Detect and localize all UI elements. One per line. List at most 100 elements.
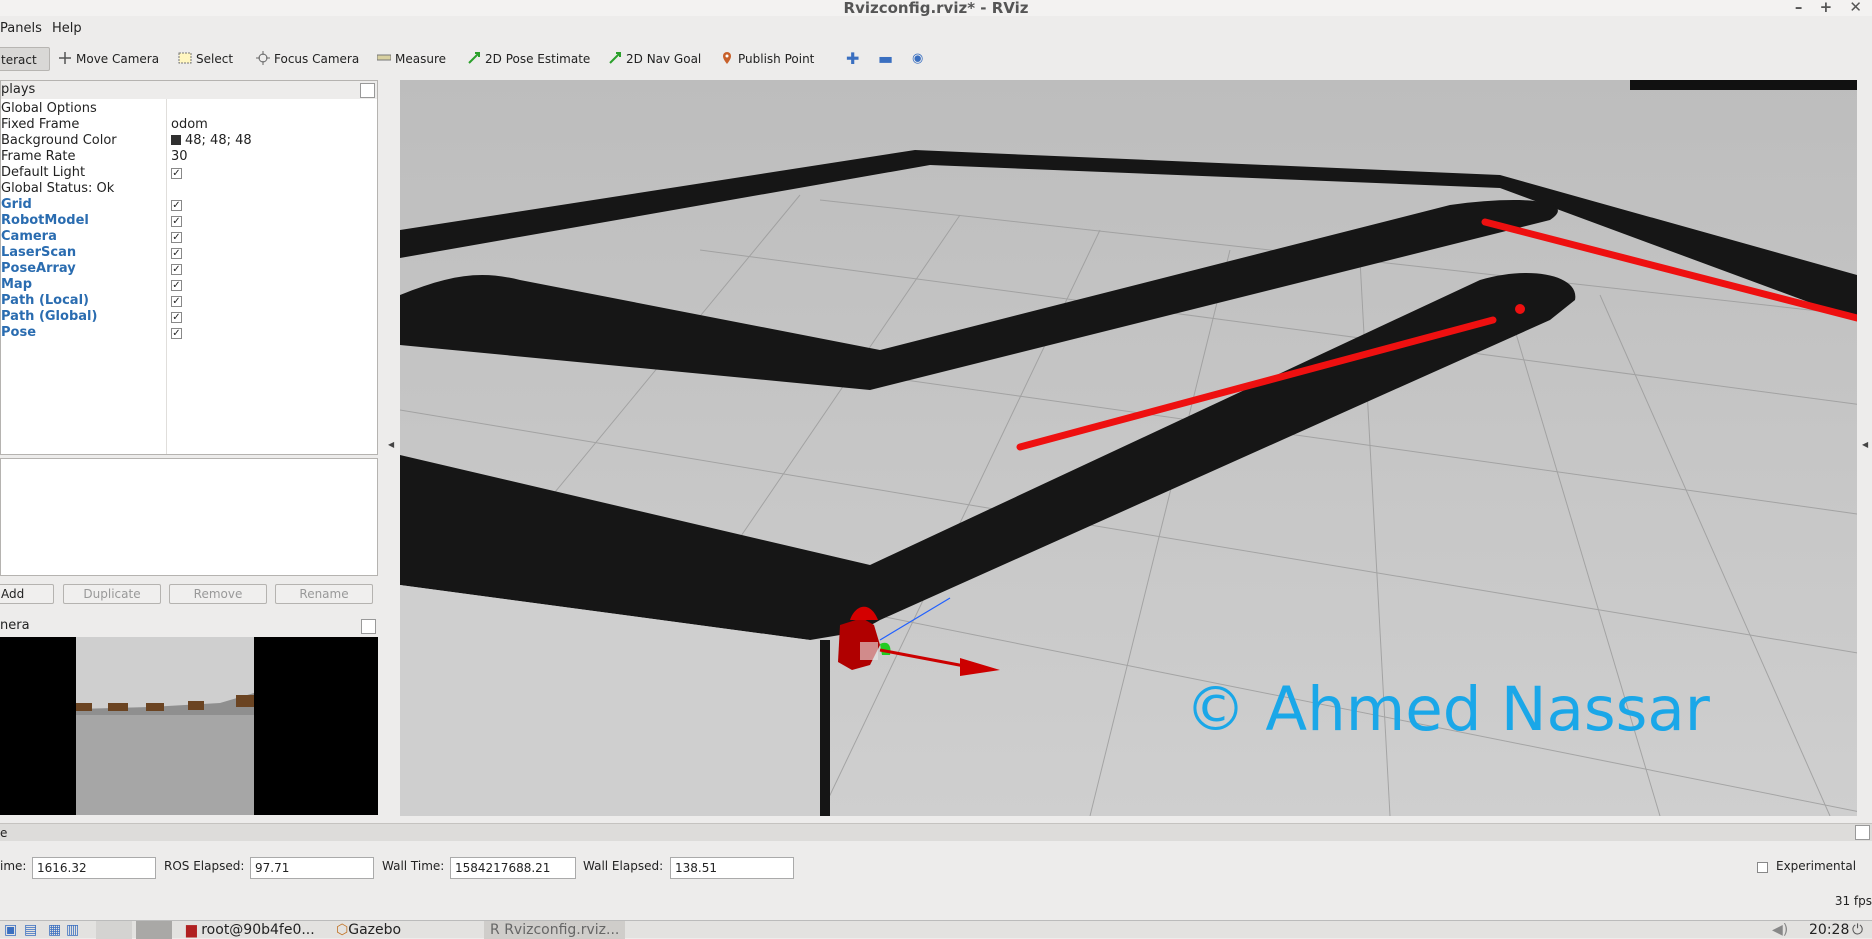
default-light-checkbox[interactable]: ✓ [171, 168, 182, 179]
watermark-text: © Ahmed Nassar [1185, 674, 1711, 745]
display-item-grid[interactable]: Grid ✓ [1, 197, 182, 213]
measure-label: Measure [395, 52, 446, 66]
display-checkbox[interactable]: ✓ [171, 328, 182, 339]
display-item-laserscan[interactable]: LaserScan ✓ [1, 245, 182, 261]
display-checkbox[interactable]: ✓ [171, 312, 182, 323]
focus-camera-icon [256, 51, 270, 65]
green-arrow-icon [609, 52, 621, 64]
display-checkbox[interactable]: ✓ [171, 216, 182, 227]
collapse-left-arrow-icon[interactable]: ◀ [388, 440, 394, 449]
taskbar: ▣ ▤ ▦ ▥ ▆ root@90b4fe0... ⬡Gazebo R Rviz… [0, 920, 1872, 939]
launcher-folder-icon[interactable]: ▣ [4, 921, 17, 939]
add-tool-icon[interactable]: ✚ [846, 47, 859, 71]
menu-panels[interactable]: Panels [0, 21, 42, 36]
taskbar-terminal[interactable]: ▆ root@90b4fe0... [186, 921, 315, 939]
select-tool[interactable]: Select [178, 47, 233, 71]
remove-button[interactable]: Remove [169, 584, 267, 604]
display-label: Map [1, 277, 33, 292]
move-camera-tool[interactable]: Move Camera [58, 47, 159, 71]
display-item-camera[interactable]: Camera ✓ [1, 229, 182, 245]
pose-estimate-tool[interactable]: 2D Pose Estimate [467, 47, 590, 71]
option-value[interactable]: odom [171, 117, 208, 133]
3d-scene: © Ahmed Nassar [400, 80, 1857, 816]
display-checkbox[interactable]: ✓ [171, 248, 182, 259]
rename-button[interactable]: Rename [275, 584, 373, 604]
display-checkbox[interactable]: ✓ [171, 232, 182, 243]
nav-goal-label: 2D Nav Goal [626, 52, 702, 66]
power-icon[interactable]: ⏻ [1852, 921, 1863, 939]
option-row-default-light[interactable]: Default Light ✓ [1, 165, 182, 181]
display-item-posearray[interactable]: PoseArray ✓ [1, 261, 182, 277]
launcher-file-icon[interactable]: ▤ [24, 921, 37, 939]
workspace-1[interactable] [96, 921, 132, 939]
displays-panel: plays Global Options Fixed Frame odom Bac… [0, 80, 378, 455]
display-item-robotmodel[interactable]: RobotModel ✓ [1, 213, 182, 229]
taskbar-rviz[interactable]: R Rvizconfig.rviz... [484, 921, 626, 939]
camera-panel-title: nera [0, 618, 30, 633]
focus-camera-label: Focus Camera [274, 52, 360, 66]
wall-elapsed-field[interactable]: 138.51 [670, 857, 794, 879]
focus-camera-tool[interactable]: Focus Camera [256, 47, 359, 71]
nav-goal-tool[interactable]: 2D Nav Goal [608, 47, 701, 71]
taskbar-terminal-label: root@90b4fe0... [201, 922, 315, 938]
display-label: Pose [1, 325, 37, 340]
window-controls[interactable]: – + ✕ [1795, 0, 1868, 15]
color-swatch [171, 135, 181, 145]
menubar: Panels Help [0, 18, 1872, 40]
menu-help[interactable]: Help [52, 21, 82, 36]
wall-time-field[interactable]: 1584217688.21 [450, 857, 576, 879]
volume-icon[interactable]: ◀) [1772, 921, 1788, 939]
interact-tool[interactable]: teract [0, 47, 50, 71]
remove-tool-icon[interactable]: ▬ [878, 47, 893, 71]
window-title: Rvizconfig.rviz* - RViz [843, 0, 1029, 17]
option-label: Fixed Frame [1, 117, 80, 132]
taskbar-rviz-label: Rvizconfig.rviz... [504, 922, 620, 938]
option-label: Frame Rate [1, 149, 76, 164]
duplicate-button[interactable]: Duplicate [63, 584, 161, 604]
select-icon [178, 52, 192, 64]
display-label: Camera [1, 229, 57, 244]
taskbar-gazebo[interactable]: ⬡Gazebo [336, 921, 401, 939]
ros-elapsed-field[interactable]: 97.71 [250, 857, 374, 879]
option-value[interactable]: 30 [171, 149, 188, 165]
wall-time-label: Wall Time: [382, 859, 445, 873]
map-pin-icon [723, 52, 731, 64]
option-row-fixed-frame[interactable]: Fixed Frame odom [1, 117, 208, 133]
wall-elapsed-label: Wall Elapsed: [583, 859, 664, 873]
camera-undock-button[interactable] [361, 619, 376, 634]
add-display-button[interactable]: Add [0, 584, 54, 604]
time-undock-button[interactable] [1855, 825, 1870, 840]
time-bar: ime: 1616.32 ROS Elapsed: 97.71 Wall Tim… [0, 855, 1872, 881]
experimental-checkbox[interactable] [1757, 862, 1768, 873]
toolbar: teract Move Camera Select Focus Camera M… [0, 44, 1872, 74]
view-eye-icon[interactable]: ◉ [912, 47, 923, 71]
display-item-pose[interactable]: Pose ✓ [1, 325, 182, 341]
3d-viewport[interactable]: © Ahmed Nassar [400, 80, 1857, 816]
ros-elapsed-label: ROS Elapsed: [164, 859, 245, 873]
option-row-frame-rate[interactable]: Frame Rate 30 [1, 149, 188, 165]
global-status-label: Global Status: Ok [1, 181, 115, 196]
option-row-background-color[interactable]: Background Color 48; 48; 48 [1, 133, 252, 149]
option-value[interactable]: 48; 48; 48 [171, 133, 252, 149]
display-item-path-global[interactable]: Path (Global) ✓ [1, 309, 182, 325]
display-checkbox[interactable]: ✓ [171, 280, 182, 291]
collapse-right-arrow-icon[interactable]: ◀ [1862, 440, 1868, 449]
rviz-icon: R [490, 922, 500, 938]
workspace-2[interactable] [136, 921, 172, 939]
measure-tool[interactable]: Measure [377, 47, 446, 71]
launcher-browser-icon[interactable]: ▥ [66, 921, 79, 939]
panel-undock-button[interactable] [360, 83, 375, 98]
display-checkbox[interactable]: ✓ [171, 296, 182, 307]
launcher-app-icon[interactable]: ▦ [48, 921, 61, 939]
display-item-map[interactable]: Map ✓ [1, 277, 182, 293]
display-checkbox[interactable]: ✓ [171, 200, 182, 211]
publish-point-tool[interactable]: Publish Point [720, 47, 814, 71]
global-options-row[interactable]: Global Options [1, 101, 97, 117]
select-label: Select [196, 52, 234, 66]
camera-scene [76, 637, 254, 815]
display-checkbox[interactable]: ✓ [171, 264, 182, 275]
global-status-row[interactable]: Global Status: Ok [1, 181, 114, 197]
display-item-path-local[interactable]: Path (Local) ✓ [1, 293, 182, 309]
global-options-label: Global Options [1, 101, 97, 116]
ros-time-field[interactable]: 1616.32 [32, 857, 156, 879]
